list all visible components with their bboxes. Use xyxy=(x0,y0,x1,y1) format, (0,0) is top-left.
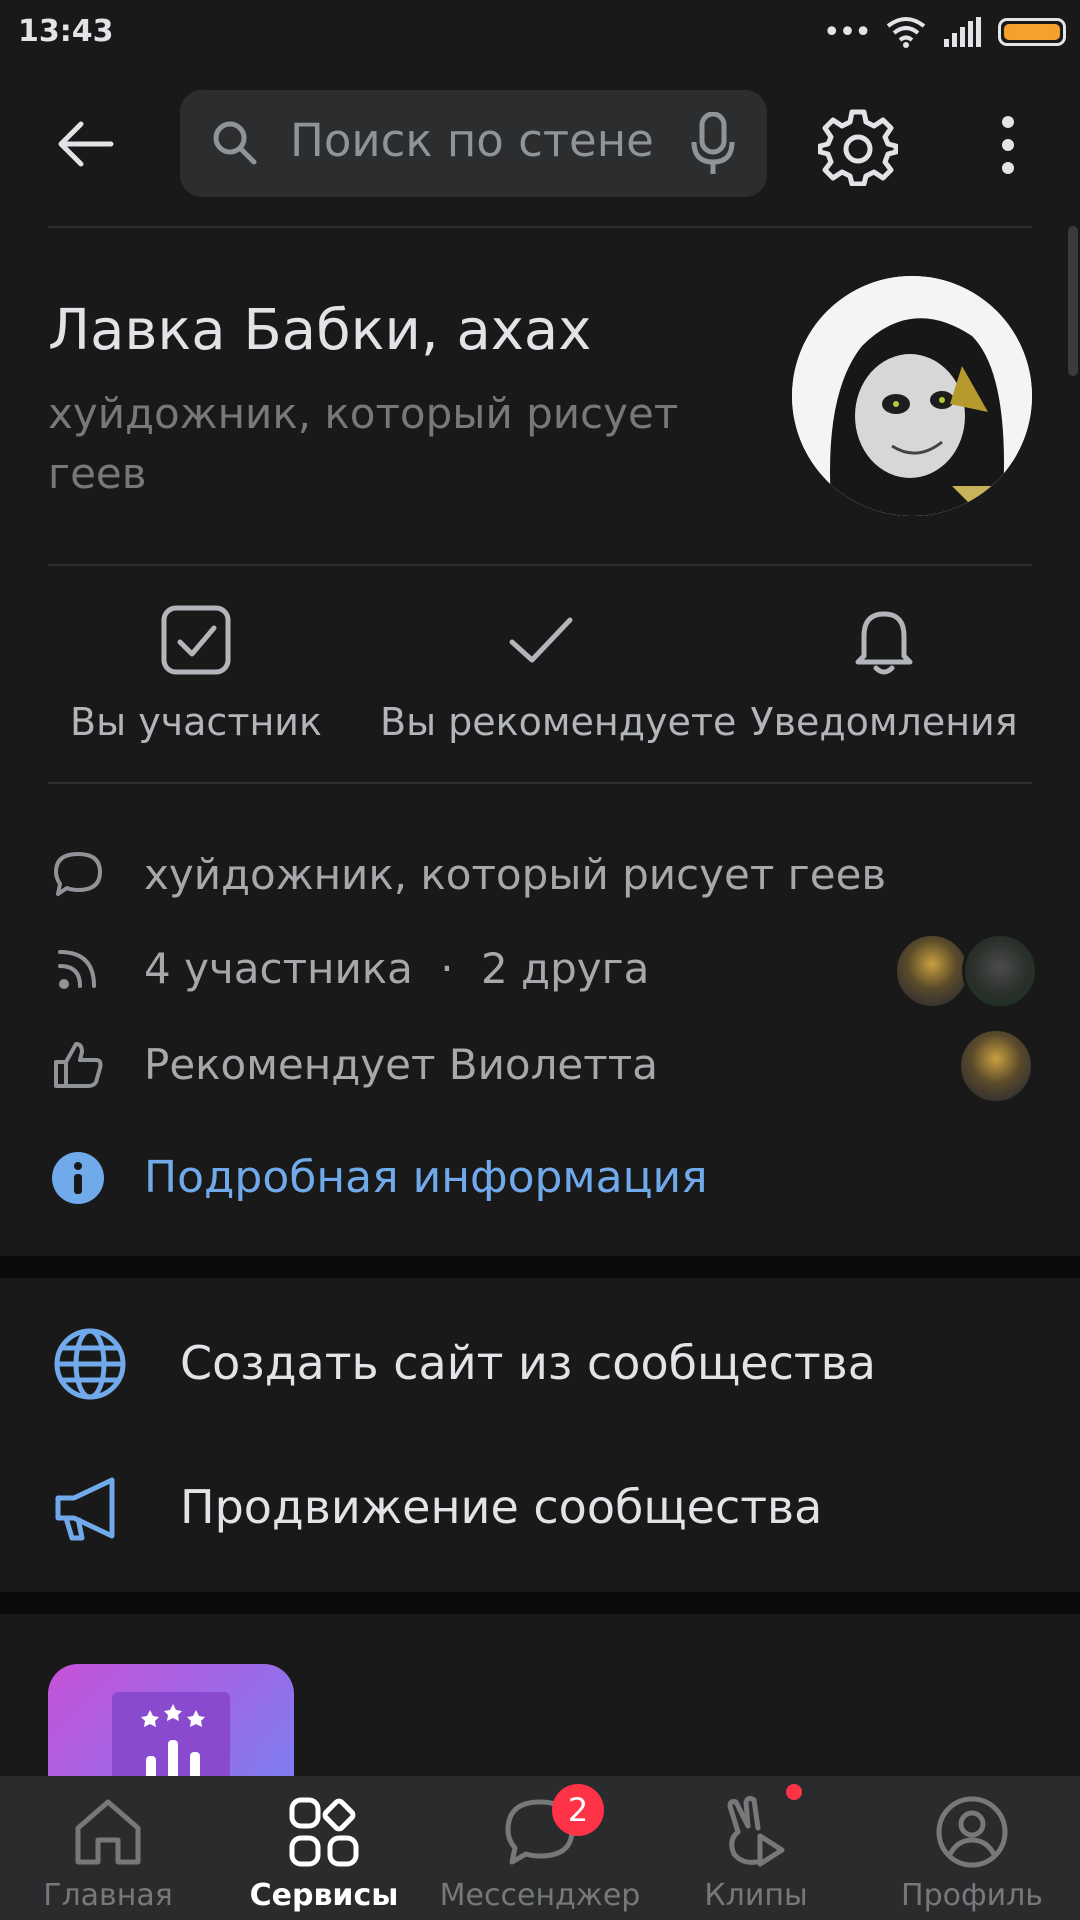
clips-icon xyxy=(727,1795,785,1867)
more-dots-icon: ••• xyxy=(822,14,872,50)
actions-divider xyxy=(48,782,1032,784)
friend-avatar-1[interactable] xyxy=(894,933,970,1009)
bell-icon xyxy=(855,611,913,675)
notifications-label: Уведомления xyxy=(750,700,1018,744)
globe-icon xyxy=(54,1328,126,1400)
tab-clips-label: Клипы xyxy=(704,1878,808,1913)
arrow-left-icon xyxy=(58,121,114,167)
friends-count: 2 друга xyxy=(480,944,650,993)
scrollbar[interactable] xyxy=(1068,226,1078,376)
tab-services-label: Сервисы xyxy=(249,1878,399,1913)
gear-icon[interactable] xyxy=(818,106,898,186)
notifications-button[interactable]: Уведомления xyxy=(724,600,1044,760)
recommended-by-text[interactable]: Рекомендует Виолетта xyxy=(144,1040,658,1089)
status-icons: ••• xyxy=(823,12,1066,52)
microphone-icon[interactable] xyxy=(688,112,738,176)
member-button[interactable]: Вы участник xyxy=(36,600,356,760)
details-link[interactable]: Подробная информация xyxy=(144,1152,708,1203)
promotion-label: Продвижение сообщества xyxy=(180,1480,823,1534)
megaphone-icon xyxy=(55,1477,115,1541)
status-time: 13:43 xyxy=(18,14,114,49)
status-bar: 13:43 ••• xyxy=(0,0,1080,64)
promo-card[interactable] xyxy=(48,1664,294,1784)
tab-home[interactable]: Главная xyxy=(0,1776,216,1920)
speech-bubble-icon xyxy=(54,852,102,896)
members-count: 4 участника xyxy=(144,944,413,993)
group-avatar[interactable] xyxy=(792,276,1032,516)
home-icon xyxy=(75,1799,141,1865)
avatar-illustration xyxy=(792,276,1032,516)
recommend-button[interactable]: Вы рекомендуете xyxy=(380,600,737,760)
battery-icon xyxy=(998,18,1066,46)
description-text: хуйдожник, который рисует геев xyxy=(144,850,887,899)
checkbox-icon xyxy=(161,605,231,675)
ratings-icon xyxy=(141,1704,205,1784)
members-row[interactable]: 4 участника · 2 друга xyxy=(144,944,649,993)
header-divider xyxy=(48,564,1032,566)
tab-profile[interactable]: Профиль xyxy=(864,1776,1080,1920)
check-icon xyxy=(509,617,573,663)
tab-home-label: Главная xyxy=(43,1878,173,1913)
tab-messenger[interactable]: Мессенджер xyxy=(432,1776,648,1920)
topbar-divider xyxy=(48,226,1032,228)
friend-avatar-2[interactable] xyxy=(962,933,1038,1009)
section-separator xyxy=(0,1256,1080,1278)
profile-icon xyxy=(936,1796,1008,1868)
separator-dot: · xyxy=(440,944,454,993)
more-vertical-icon[interactable] xyxy=(990,112,1026,182)
services-icon xyxy=(289,1797,359,1867)
wifi-icon xyxy=(886,17,926,48)
tab-messenger-label: Мессенджер xyxy=(439,1878,641,1913)
promotion-item[interactable]: Продвижение сообщества xyxy=(0,1436,1080,1576)
recommender-avatar[interactable] xyxy=(958,1028,1034,1104)
tab-profile-label: Профиль xyxy=(901,1878,1043,1913)
signal-icon xyxy=(944,17,981,47)
section-separator-2 xyxy=(0,1592,1080,1614)
back-button[interactable] xyxy=(40,104,130,184)
group-status: хуйдожник, который рисует геев xyxy=(48,389,679,498)
create-site-item[interactable]: Создать сайт из сообщества xyxy=(0,1292,1080,1432)
rss-icon xyxy=(58,950,96,989)
search-placeholder[interactable]: Поиск по стене xyxy=(290,114,654,167)
clips-notification-dot xyxy=(786,1784,802,1800)
tab-services[interactable]: Сервисы xyxy=(216,1776,432,1920)
thumbs-up-icon xyxy=(54,1042,103,1088)
create-site-label: Создать сайт из сообщества xyxy=(180,1336,876,1390)
info-icon xyxy=(52,1152,104,1204)
member-label: Вы участник xyxy=(70,700,322,744)
messenger-badge: 2 xyxy=(552,1784,604,1836)
recommend-label: Вы рекомендуете xyxy=(380,700,737,744)
search-icon xyxy=(213,121,257,165)
tab-clips[interactable]: Клипы xyxy=(648,1776,864,1920)
group-name: Лавка Бабки, ахах xyxy=(48,298,592,363)
